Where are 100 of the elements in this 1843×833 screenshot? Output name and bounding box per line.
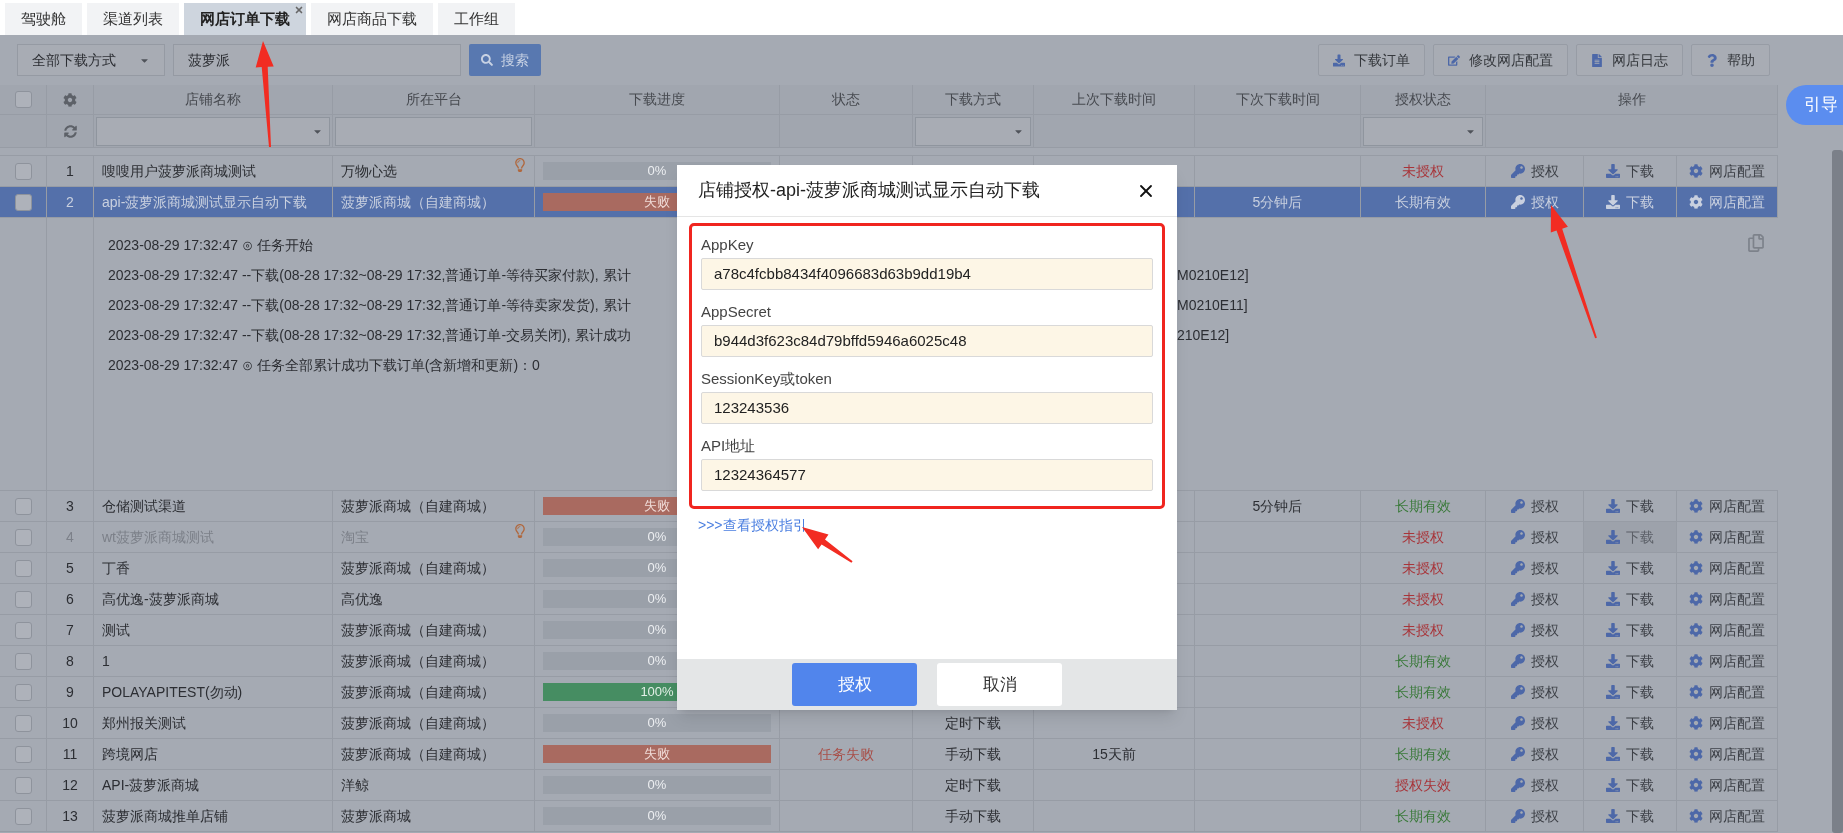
search-field[interactable]: 菠萝派 (173, 44, 461, 76)
row-checkbox[interactable] (14, 807, 32, 825)
row-action-button[interactable]: 网店配置 (1689, 619, 1765, 641)
row-action-button[interactable]: 网店配置 (1689, 495, 1765, 517)
row-action-button[interactable]: 网店配置 (1689, 191, 1765, 213)
toolbar-button[interactable]: 下载订单 (1318, 44, 1425, 76)
row-action-button[interactable]: 网店配置 (1689, 588, 1765, 610)
row-number: 2 (66, 192, 74, 212)
row-action-button[interactable]: 网店配置 (1689, 681, 1765, 703)
row-action-button[interactable]: 下载 (1606, 805, 1654, 827)
row-action-button[interactable]: 授权 (1510, 681, 1559, 703)
input-field[interactable]: b944d3f623c84d79bffd5946a6025c48 (701, 325, 1153, 357)
filter-select[interactable] (915, 116, 1031, 146)
row-checkbox[interactable] (14, 193, 32, 211)
platform-name: 菠萝派商城（自建商城） (341, 496, 495, 516)
row-action-button[interactable]: 下载 (1606, 774, 1654, 796)
row-checkbox[interactable] (14, 621, 32, 639)
row-number: 13 (62, 806, 78, 826)
row-action-button[interactable]: 下载 (1606, 743, 1654, 765)
auth-status: 长期有效 (1395, 192, 1451, 212)
shop-name: POLAYAPITEST(勿动) (102, 682, 243, 702)
row-action-button[interactable]: 网店配置 (1689, 805, 1765, 827)
header-checkbox[interactable] (14, 91, 32, 108)
dialog-button[interactable]: 取消 (937, 663, 1062, 706)
platform-name: 万物心选 (341, 161, 397, 181)
toolbar-button[interactable]: 修改网店配置 (1433, 44, 1568, 76)
row-checkbox[interactable] (14, 497, 32, 515)
row-action-button[interactable]: 授权 (1510, 495, 1559, 517)
row-action-button[interactable]: 授权 (1510, 650, 1559, 672)
download-icon (1606, 716, 1620, 730)
row-checkbox[interactable] (14, 590, 32, 608)
filter-select[interactable] (96, 116, 330, 146)
row-number: 10 (62, 713, 78, 733)
column-header: 状态 (832, 90, 860, 109)
scrollbar[interactable] (1832, 150, 1843, 833)
row-action-button[interactable]: 网店配置 (1689, 650, 1765, 672)
row-action-button[interactable]: 网店配置 (1689, 712, 1765, 734)
download-mode-select[interactable]: 全部下载方式 (17, 44, 165, 76)
row-action-button[interactable]: 网店配置 (1689, 774, 1765, 796)
row-action-button[interactable]: 下载 (1606, 557, 1654, 579)
dialog-button[interactable]: 授权 (792, 663, 917, 706)
shop-name: 郑州报关测试 (102, 713, 186, 733)
toolbar-button[interactable]: 网店日志 (1576, 44, 1683, 76)
input-field[interactable]: 123243536 (701, 392, 1153, 424)
tab[interactable]: 渠道列表 (87, 3, 179, 35)
row-checkbox[interactable] (14, 652, 32, 670)
row-action-button[interactable]: 下载 (1606, 681, 1654, 703)
filter-select[interactable] (1363, 116, 1483, 146)
refresh-icon[interactable] (63, 124, 77, 138)
row-action-button[interactable]: 授权 (1510, 619, 1559, 641)
guide-button[interactable]: 引导 (1786, 85, 1843, 125)
row-action-button[interactable]: 授权 (1510, 743, 1559, 765)
download-icon (1606, 561, 1620, 575)
tab[interactable]: 工作组 (438, 3, 515, 35)
platform-name: 洋鲸 (341, 775, 369, 795)
row-checkbox[interactable] (14, 745, 32, 763)
row-action-button[interactable]: 授权 (1510, 774, 1559, 796)
row-action-button[interactable]: 下载 (1606, 495, 1654, 517)
row-action-button[interactable]: 下载 (1606, 619, 1654, 641)
row-action-button[interactable]: 下载 (1606, 588, 1654, 610)
shop-name: 嗖嗖用户菠萝派商城测试 (102, 161, 256, 181)
row-action-button[interactable]: 授权 (1510, 557, 1559, 579)
row-checkbox[interactable] (14, 559, 32, 577)
shop-name: 丁香 (102, 558, 130, 578)
row-checkbox[interactable] (14, 683, 32, 701)
row-action-button[interactable]: 网店配置 (1689, 160, 1765, 182)
search-button[interactable]: 搜索 (469, 44, 541, 76)
row-action-button[interactable]: 授权 (1510, 712, 1559, 734)
next-download-time: 5分钟后 (1252, 496, 1303, 516)
tab[interactable]: 网店商品下载 (311, 3, 433, 35)
row-action-button[interactable]: 授权 (1510, 805, 1559, 827)
tab[interactable]: 网店订单下载 (184, 3, 306, 35)
auth-status: 未授权 (1402, 527, 1444, 547)
platform-name: 菠萝派商城（自建商城） (341, 651, 495, 671)
row-checkbox[interactable] (14, 162, 32, 180)
row-action-button[interactable]: 下载 (1606, 191, 1654, 213)
input-field[interactable]: a78c4fcbb8434f4096683d63b9dd19b4 (701, 258, 1153, 290)
progress-bar: 失败 (543, 745, 771, 763)
row-action-button[interactable]: 授权 (1510, 191, 1559, 213)
row-action-button[interactable]: 下载 (1606, 650, 1654, 672)
download-method: 定时下载 (945, 713, 1001, 733)
filter-field[interactable] (335, 116, 532, 146)
gear-icon[interactable] (63, 92, 77, 107)
tab[interactable]: 驾驶舱 (5, 3, 82, 35)
row-checkbox[interactable] (14, 776, 32, 794)
row-action-button[interactable]: 下载 (1606, 160, 1654, 182)
input-field[interactable]: 12324364577 (701, 459, 1153, 491)
download-icon (1606, 685, 1620, 699)
row-action-button[interactable]: 授权 (1510, 160, 1559, 182)
key-icon (1510, 592, 1525, 606)
row-action-button[interactable]: 下载 (1606, 712, 1654, 734)
shop-name: 高优逸-菠萝派商城 (102, 589, 219, 609)
row-action-button[interactable]: 网店配置 (1689, 557, 1765, 579)
row-action-button[interactable]: 网店配置 (1689, 743, 1765, 765)
log-line-end: 210E12] (1177, 326, 1230, 345)
row-checkbox[interactable] (14, 714, 32, 732)
edit-icon (1448, 53, 1460, 67)
row-action-button[interactable]: 授权 (1510, 588, 1559, 610)
gear-icon (1689, 654, 1703, 668)
toolbar-button[interactable]: 帮助 (1691, 44, 1770, 76)
